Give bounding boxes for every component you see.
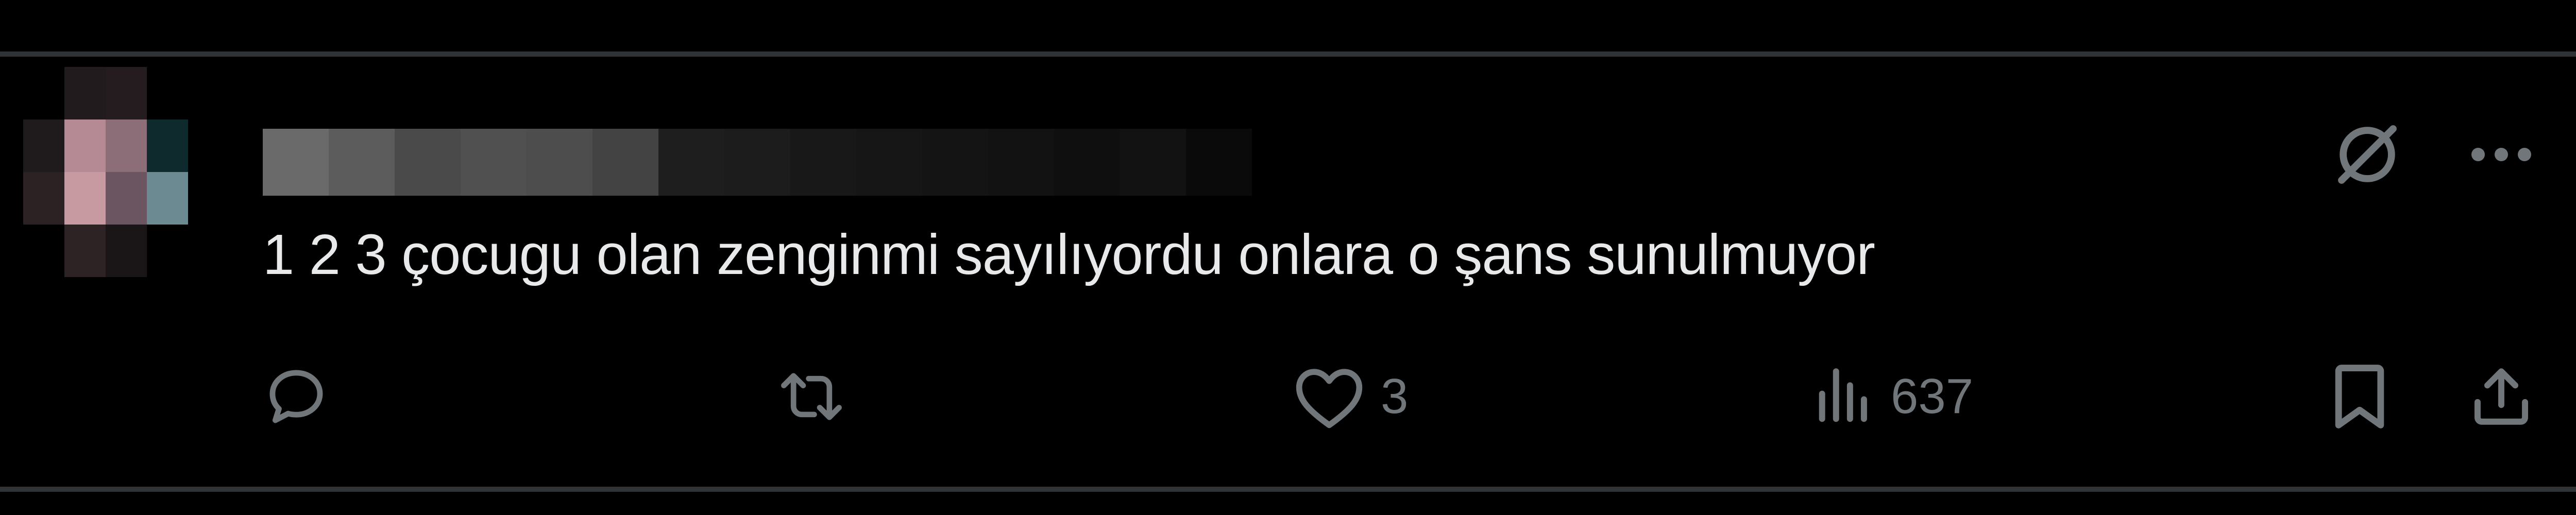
bottom-divider — [0, 487, 2576, 492]
views-icon — [1814, 363, 1875, 430]
heart-icon — [1293, 363, 1365, 430]
username-censored[interactable] — [263, 129, 1252, 196]
top-divider — [0, 52, 2576, 57]
bookmark-button[interactable] — [2329, 360, 2391, 433]
like-count: 3 — [1381, 369, 1409, 424]
more-icon[interactable] — [2468, 144, 2535, 165]
tweet-text: 1 2 3 çocugu olan zenginmi sayılıyordu o… — [263, 223, 1875, 286]
tweet-top-actions — [2329, 116, 2535, 193]
reply-button[interactable] — [263, 360, 345, 433]
views-button[interactable]: 637 — [1814, 360, 1973, 433]
reply-icon — [263, 363, 330, 430]
share-button[interactable] — [2468, 360, 2535, 433]
grok-icon[interactable] — [2329, 116, 2406, 193]
avatar[interactable] — [23, 67, 229, 330]
like-button[interactable]: 3 — [1293, 360, 1408, 433]
retweet-icon — [773, 363, 850, 430]
share-icon — [2468, 360, 2535, 433]
bookmark-icon — [2329, 360, 2391, 433]
retweet-button[interactable] — [773, 360, 866, 433]
tweet-action-bar: 3 637 — [263, 360, 2540, 433]
views-count: 637 — [1891, 369, 1974, 424]
tweet-page: 1 2 3 çocugu olan zenginmi sayılıyordu o… — [0, 0, 2576, 515]
